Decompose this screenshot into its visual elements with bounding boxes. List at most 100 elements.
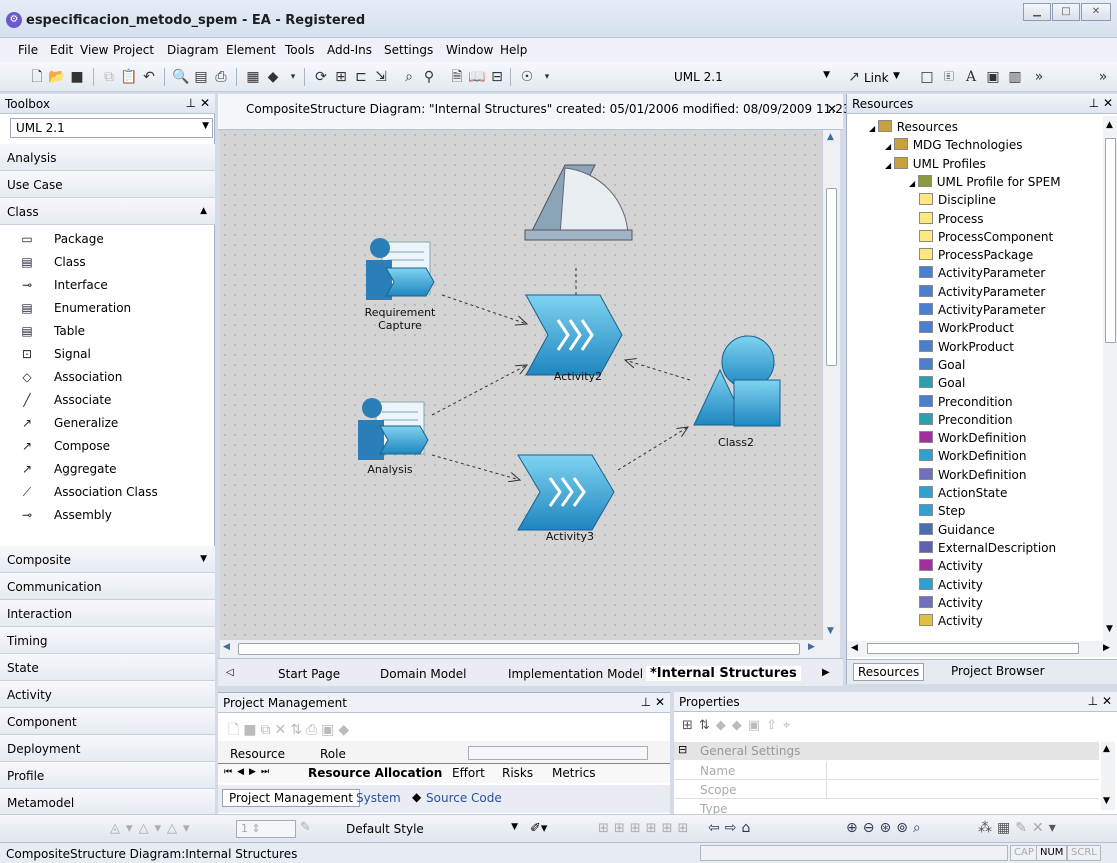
resource-tree-item[interactable]: ◢ UML Profiles xyxy=(885,156,986,175)
report-icon[interactable]: ▦ xyxy=(244,68,262,86)
tool-aggregate[interactable]: ↗ Aggregate xyxy=(0,458,215,481)
activity3-label[interactable]: Activity3 xyxy=(530,530,610,543)
menu-settings[interactable]: Settings xyxy=(384,43,433,57)
resource-tree-item[interactable]: ActivityParameter xyxy=(919,284,1045,303)
tool-compose[interactable]: ↗ Compose xyxy=(0,435,215,458)
line-width-spinner[interactable]: 1 ⇕ xyxy=(236,820,296,838)
expander-icon[interactable]: ◢ xyxy=(869,124,878,133)
menu-file[interactable]: File xyxy=(18,43,38,57)
resource-tree-item[interactable]: Precondition xyxy=(919,412,1013,431)
menu-addins[interactable]: Add-Ins xyxy=(327,43,372,57)
layout-extra-icons[interactable]: ⁂▦✎✕▾ xyxy=(978,820,1061,836)
resource-tree-item[interactable]: WorkProduct xyxy=(919,321,1014,339)
palette-icon[interactable]: ☉ xyxy=(518,68,536,86)
resource-tree-item[interactable]: ◢ Resources xyxy=(869,120,958,138)
legend-icon[interactable]: ▣ xyxy=(984,68,1002,86)
resource-tree-item[interactable]: Activity xyxy=(919,559,983,577)
menu-diagram[interactable]: Diagram xyxy=(167,43,219,57)
fill-line-color-icons[interactable]: ◬▾△▾△▾ xyxy=(110,821,196,836)
tab-risks[interactable]: Risks xyxy=(502,766,533,780)
refresh-icon[interactable]: ⟳ xyxy=(312,68,330,86)
binoculars-icon[interactable]: ⚲ xyxy=(420,68,438,86)
tool-signal[interactable]: ⊡ Signal xyxy=(0,343,215,366)
tool-class[interactable]: ▤ Class xyxy=(0,251,215,274)
tab-resources[interactable]: Resources xyxy=(853,663,925,681)
tab-project-browser[interactable]: Project Browser xyxy=(951,664,1045,678)
resource-tree-item[interactable]: Precondition xyxy=(919,394,1013,413)
menu-element[interactable]: Element xyxy=(226,43,276,57)
minimize-button[interactable]: ▁ xyxy=(1023,3,1051,21)
resource-tree-item[interactable]: WorkProduct xyxy=(919,339,1014,358)
resource-tree-item[interactable]: ActivityParameter xyxy=(919,266,1045,284)
format-painter-icon[interactable]: ✎ xyxy=(300,820,311,835)
activity2-label[interactable]: Activity2 xyxy=(538,370,618,383)
resource-tree-item[interactable]: ProcessPackage xyxy=(919,248,1033,266)
properties-toolbar-icons[interactable]: ⊞⇅◆◆▣⇧⌖ xyxy=(682,718,796,733)
chevron-down-icon[interactable]: ▼ xyxy=(893,71,900,81)
scroll-down-icon[interactable]: ▼ xyxy=(827,626,834,636)
scroll-up-icon[interactable]: ▲ xyxy=(1106,120,1113,130)
scroll-left-icon[interactable]: ◀ xyxy=(223,642,230,652)
table-icon[interactable]: ▥ xyxy=(1006,68,1024,86)
tool-generalize[interactable]: ↗ Generalize xyxy=(0,412,215,435)
menu-window[interactable]: Window xyxy=(446,43,493,57)
resource-tree-item[interactable]: WorkDefinition xyxy=(919,467,1027,486)
tool-interface[interactable]: ⊸ Interface xyxy=(0,274,215,297)
toolbox-group-activity[interactable]: Activity xyxy=(0,681,215,708)
properties-scrollbar[interactable]: ▲ ▼ xyxy=(1101,742,1115,810)
tab-system[interactable]: System xyxy=(356,791,401,805)
resource-tree-item[interactable]: WorkDefinition xyxy=(919,431,1027,449)
tool-associate[interactable]: ╱ Associate xyxy=(0,389,215,412)
dropdown-arrow-icon[interactable]: ▾ xyxy=(538,68,556,86)
tool-table[interactable]: ▤ Table xyxy=(0,320,215,343)
close-button[interactable]: ✕ xyxy=(1081,3,1111,21)
resource-filter-select[interactable] xyxy=(468,746,648,760)
resource-tree-item[interactable]: Activity xyxy=(919,614,983,632)
new-file-icon[interactable]: 🗋 xyxy=(28,68,46,86)
toolbox-group-metamodel[interactable]: Metamodel xyxy=(0,789,215,816)
resource-tree-item[interactable]: ProcessComponent xyxy=(919,229,1053,248)
tab-implementation-model[interactable]: Implementation Model xyxy=(508,667,643,681)
toolbox-group-communication[interactable]: Communication xyxy=(0,573,215,600)
tab-start-page[interactable]: Start Page xyxy=(278,667,340,681)
pin-close-icon[interactable]: ⊥ ✕ xyxy=(1089,96,1113,110)
close-diagram-icon[interactable]: ✕ xyxy=(827,102,837,116)
style-select[interactable]: Default Style ▼ xyxy=(340,819,522,839)
link-arrow-icon[interactable]: ↗ xyxy=(845,68,863,86)
expander-icon[interactable]: ◢ xyxy=(885,142,894,151)
property-row[interactable]: Name xyxy=(674,762,1099,780)
expander-icon[interactable]: ◢ xyxy=(885,161,894,170)
resource-tree-item[interactable]: Discipline xyxy=(919,193,996,211)
resource-tree-item[interactable]: Process xyxy=(919,211,984,230)
document-icon[interactable]: 🗎 xyxy=(448,68,466,86)
property-row[interactable]: Scope xyxy=(674,781,1099,799)
pen-icon[interactable]: ✐▾ xyxy=(530,821,547,836)
tab-resource-allocation[interactable]: Resource Allocation xyxy=(308,766,442,780)
tab-scroll-left-icon[interactable]: ◁ xyxy=(226,667,234,678)
book-icon[interactable]: ◆ xyxy=(264,68,282,86)
toolbox-group-analysis[interactable]: Analysis xyxy=(0,144,215,171)
pm-toolbar-icons[interactable]: 🗋■⧉✕⇅⎙▣◆ xyxy=(228,719,353,743)
resource-tree-item[interactable]: ◢ UML Profile for SPEM xyxy=(909,174,1061,193)
menu-project[interactable]: Project xyxy=(113,43,154,57)
toolbox-group-timing[interactable]: Timing xyxy=(0,627,215,654)
property-row[interactable]: Type xyxy=(674,800,1099,814)
menu-help[interactable]: Help xyxy=(500,43,527,57)
note-icon[interactable]: 🗉 xyxy=(940,68,958,86)
pin-close-icon[interactable]: ⊥ ✕ xyxy=(1088,694,1112,708)
expander-icon[interactable]: ◢ xyxy=(909,179,918,188)
tab-internal-structures[interactable]: *Internal Structures xyxy=(646,666,801,681)
scroll-thumb[interactable] xyxy=(238,643,800,655)
layout-icon[interactable]: ⊏ xyxy=(352,68,370,86)
tool-package[interactable]: ▭ Package xyxy=(0,228,215,251)
open-folder-icon[interactable]: 📂 xyxy=(48,68,66,86)
matrix-icon[interactable]: ⊟ xyxy=(488,68,506,86)
class2-label[interactable]: Class2 xyxy=(706,436,766,449)
toolbox-profile-select[interactable]: UML 2.1 ▼ xyxy=(10,118,213,138)
copy-icon[interactable]: ⧉ xyxy=(100,68,118,86)
resource-tree-item[interactable]: ◢ MDG Technologies xyxy=(885,138,1023,156)
tab-effort[interactable]: Effort xyxy=(452,766,485,780)
maximize-button[interactable]: □ xyxy=(1052,3,1080,21)
scroll-down-icon[interactable]: ▼ xyxy=(1103,796,1110,806)
toolbox-group-component[interactable]: Component xyxy=(0,708,215,735)
